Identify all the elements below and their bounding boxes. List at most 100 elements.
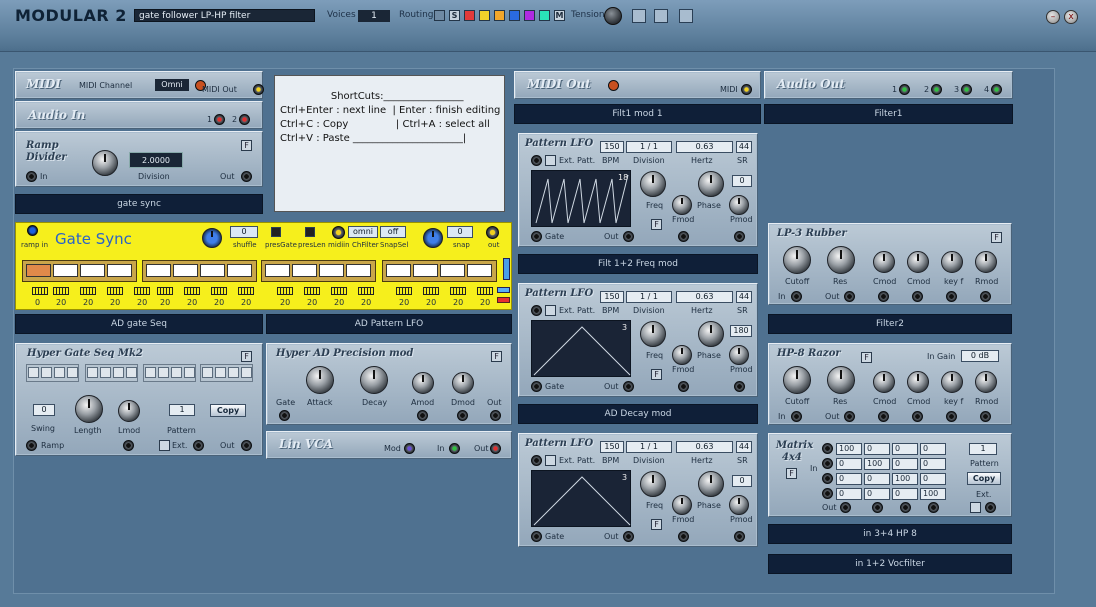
matrix-out-4-jack[interactable] xyxy=(928,502,939,513)
hyper-gate-step[interactable] xyxy=(158,367,169,378)
lfo1-fmod-knob[interactable] xyxy=(672,195,692,215)
lfo2-ext-toggle[interactable] xyxy=(545,305,556,316)
lfo3-sr-field[interactable]: 44 xyxy=(736,441,752,453)
vca-in-jack[interactable] xyxy=(449,443,460,454)
hyper-ad-amod-jack[interactable] xyxy=(417,410,428,421)
hp8-rmod-jack[interactable] xyxy=(980,411,991,422)
label-strip-gate-sync[interactable]: gate sync xyxy=(15,194,263,214)
matrix-copy-button[interactable]: Copy xyxy=(967,472,1001,485)
audio-out-4-jack[interactable] xyxy=(991,84,1002,95)
gate-length-slider[interactable] xyxy=(134,287,150,295)
patch-name-field[interactable]: gate follower LP-HP filter xyxy=(134,9,315,22)
matrix-out-2-jack[interactable] xyxy=(872,502,883,513)
lfo3-waveform-graph[interactable] xyxy=(531,470,631,527)
lfo2-pmod-jack[interactable] xyxy=(734,381,745,392)
lfo3-pmod-knob[interactable] xyxy=(729,495,749,515)
hp8-res-knob[interactable] xyxy=(827,366,855,394)
matrix-file-icon[interactable]: F xyxy=(786,468,797,479)
gate-length-value[interactable]: 20 xyxy=(137,298,147,307)
label-strip-filt1-mod[interactable]: Filt1 mod 1 xyxy=(514,104,761,124)
lfo2-hertz-field[interactable]: 0.63 xyxy=(676,291,733,303)
lfo2-phase-knob[interactable] xyxy=(698,321,724,347)
label-strip-in34-hp8[interactable]: in 3+4 HP 8 xyxy=(768,524,1012,544)
audio-out-2-jack[interactable] xyxy=(931,84,942,95)
gate-length-value[interactable]: 20 xyxy=(280,298,290,307)
hyper-gate-step[interactable] xyxy=(215,367,226,378)
lfo3-fmod-knob[interactable] xyxy=(672,495,692,515)
hp8-keyf-knob[interactable] xyxy=(941,371,963,393)
hyper-gate-pattern-field[interactable]: 1 xyxy=(169,404,195,416)
routing-box[interactable] xyxy=(434,10,445,21)
lfo3-gate-jack[interactable] xyxy=(531,531,542,542)
gate-mode-button-blue[interactable] xyxy=(497,287,510,293)
gate-step[interactable] xyxy=(292,264,317,277)
lfo3-fmod-jack[interactable] xyxy=(678,531,689,542)
length-knob[interactable] xyxy=(75,395,103,423)
voices-field[interactable]: 1 xyxy=(358,10,390,22)
gate-step[interactable] xyxy=(440,264,465,277)
preset-length-save-icon[interactable] xyxy=(305,227,315,237)
hp8-out-jack[interactable] xyxy=(844,411,855,422)
gate-step[interactable] xyxy=(265,264,290,277)
matrix-cell[interactable]: 0 xyxy=(920,443,946,455)
pages-icon[interactable] xyxy=(679,9,693,23)
lfo1-phase-field[interactable]: 0 xyxy=(732,175,752,187)
gate-length-slider[interactable] xyxy=(32,287,48,295)
matrix-in-jack[interactable] xyxy=(822,443,833,454)
lfo1-sr-field[interactable]: 44 xyxy=(736,141,752,153)
gate-step[interactable] xyxy=(80,264,105,277)
gate-length-value[interactable]: 20 xyxy=(334,298,344,307)
midi-out-jack[interactable] xyxy=(253,84,264,95)
lfo1-waveform-graph[interactable] xyxy=(531,170,631,227)
gate-length-value[interactable]: 20 xyxy=(480,298,490,307)
gate-scrollbar[interactable] xyxy=(503,258,510,280)
hyper-gate-step[interactable] xyxy=(28,367,39,378)
gate-length-value[interactable]: 20 xyxy=(83,298,93,307)
routing-color-purple[interactable] xyxy=(524,10,535,21)
hp8-cmod2-jack[interactable] xyxy=(912,411,923,422)
routing-color-cyan[interactable] xyxy=(539,10,550,21)
hyper-gate-ext-jack[interactable] xyxy=(193,440,204,451)
lfo2-sr-field[interactable]: 44 xyxy=(736,291,752,303)
gate-step[interactable] xyxy=(467,264,492,277)
gate-length-value[interactable]: 20 xyxy=(110,298,120,307)
hyper-gate-ext-toggle[interactable] xyxy=(159,440,170,451)
minimize-icon[interactable]: – xyxy=(1046,10,1060,24)
lp3-cmod2-knob[interactable] xyxy=(907,251,929,273)
lfo1-gate-jack[interactable] xyxy=(531,231,542,242)
gate-length-slider[interactable] xyxy=(358,287,374,295)
attack-knob[interactable] xyxy=(306,366,334,394)
hyper-gate-step[interactable] xyxy=(87,367,98,378)
hyper-gate-step[interactable] xyxy=(67,367,78,378)
gate-step[interactable] xyxy=(146,264,171,277)
label-strip-filter2[interactable]: Filter2 xyxy=(768,314,1012,334)
matrix-in-jack[interactable] xyxy=(822,488,833,499)
lfo1-hertz-field[interactable]: 0.63 xyxy=(676,141,733,153)
gate-length-slider[interactable] xyxy=(277,287,293,295)
lfo3-freq-knob[interactable] xyxy=(640,471,666,497)
hyper-ad-dmod-jack[interactable] xyxy=(457,410,468,421)
matrix-cell[interactable]: 0 xyxy=(892,488,918,500)
matrix-cell[interactable]: 100 xyxy=(892,473,918,485)
gate-sync-out-jack[interactable] xyxy=(486,226,499,239)
matrix-pattern-field[interactable]: 1 xyxy=(969,443,997,455)
hyper-gate-step[interactable] xyxy=(113,367,124,378)
gate-length-value[interactable]: 20 xyxy=(160,298,170,307)
hyper-gate-step[interactable] xyxy=(145,367,156,378)
lfo1-out-jack[interactable] xyxy=(623,231,634,242)
hyper-ad-file-icon[interactable]: F xyxy=(491,351,502,362)
routing-s-button[interactable]: S xyxy=(449,10,460,21)
lfo2-phase-field[interactable]: 180 xyxy=(730,325,752,337)
gate-length-slider[interactable] xyxy=(238,287,254,295)
decay-knob[interactable] xyxy=(360,366,388,394)
matrix-cell[interactable]: 100 xyxy=(836,443,862,455)
audio-out-1-jack[interactable] xyxy=(899,84,910,95)
shuffle-field[interactable]: 0 xyxy=(230,226,258,238)
lfo1-fmod-jack[interactable] xyxy=(678,231,689,242)
lfo1-file-icon[interactable]: F xyxy=(651,219,662,230)
hp8-cmod2-knob[interactable] xyxy=(907,371,929,393)
swing-field[interactable]: 0 xyxy=(33,404,55,416)
gate-length-value[interactable]: 20 xyxy=(361,298,371,307)
gate-step[interactable] xyxy=(346,264,371,277)
hyper-gate-step[interactable] xyxy=(126,367,137,378)
